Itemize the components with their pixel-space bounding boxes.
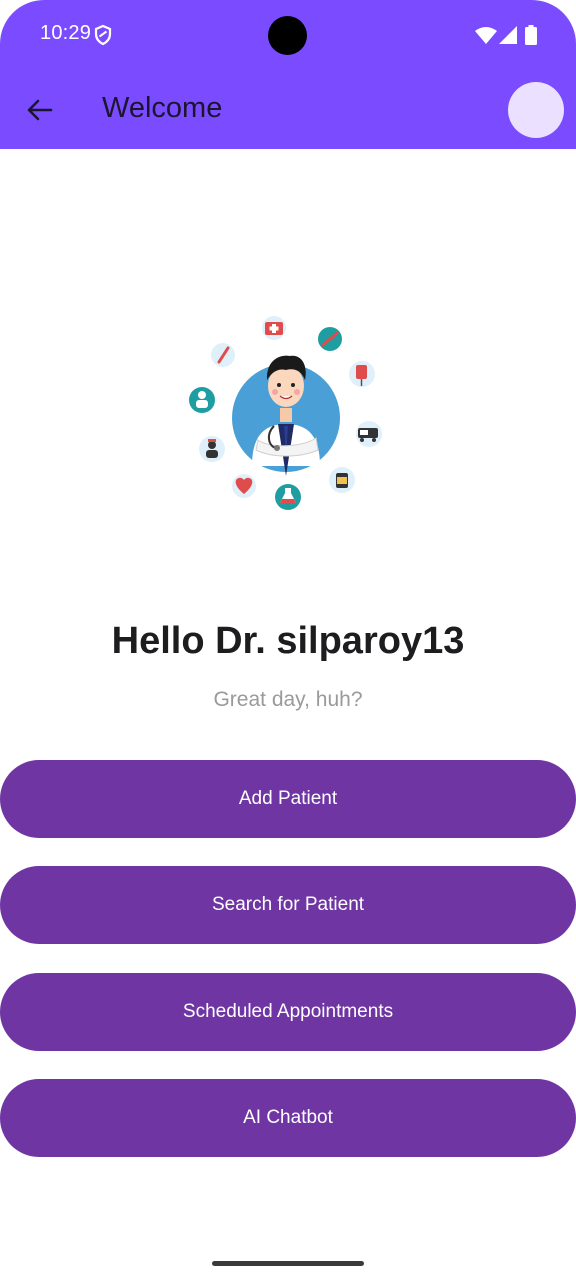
doctor-icon (232, 355, 340, 476)
blood-bag-icon (349, 361, 375, 387)
app-bar: Welcome (0, 70, 576, 149)
status-bar: 10:29 (0, 0, 576, 70)
nurse-icon (199, 436, 225, 462)
signal-icon (499, 26, 517, 44)
medicine-jar-icon (329, 467, 355, 493)
heart-rate-icon (232, 474, 256, 498)
patient-icon (189, 387, 215, 413)
syringe-icon (318, 327, 342, 351)
search-patient-button[interactable]: Search for Patient (0, 866, 576, 944)
ai-chatbot-button[interactable]: AI Chatbot (0, 1079, 576, 1157)
back-button[interactable] (20, 90, 60, 130)
home-indicator[interactable] (212, 1261, 364, 1266)
flask-icon (275, 484, 301, 510)
pipette-icon (211, 343, 235, 367)
status-time: 10:29 (40, 22, 92, 44)
add-patient-button[interactable]: Add Patient (0, 760, 576, 838)
ambulance-icon (356, 421, 382, 447)
first-aid-icon (262, 316, 286, 340)
page-title: Welcome (102, 92, 223, 124)
greeting-heading: Hello Dr. silparoy13 (111, 620, 465, 662)
avatar[interactable] (508, 82, 564, 138)
wifi-icon (475, 27, 497, 44)
arrow-left-icon (27, 99, 53, 121)
scheduled-appointments-button[interactable]: Scheduled Appointments (0, 973, 576, 1051)
camera-cutout (268, 16, 307, 55)
doctor-illustration (189, 316, 382, 510)
greeting-subtitle: Great day, huh? (213, 688, 363, 711)
battery-icon (525, 25, 537, 45)
shield-icon (94, 24, 112, 46)
